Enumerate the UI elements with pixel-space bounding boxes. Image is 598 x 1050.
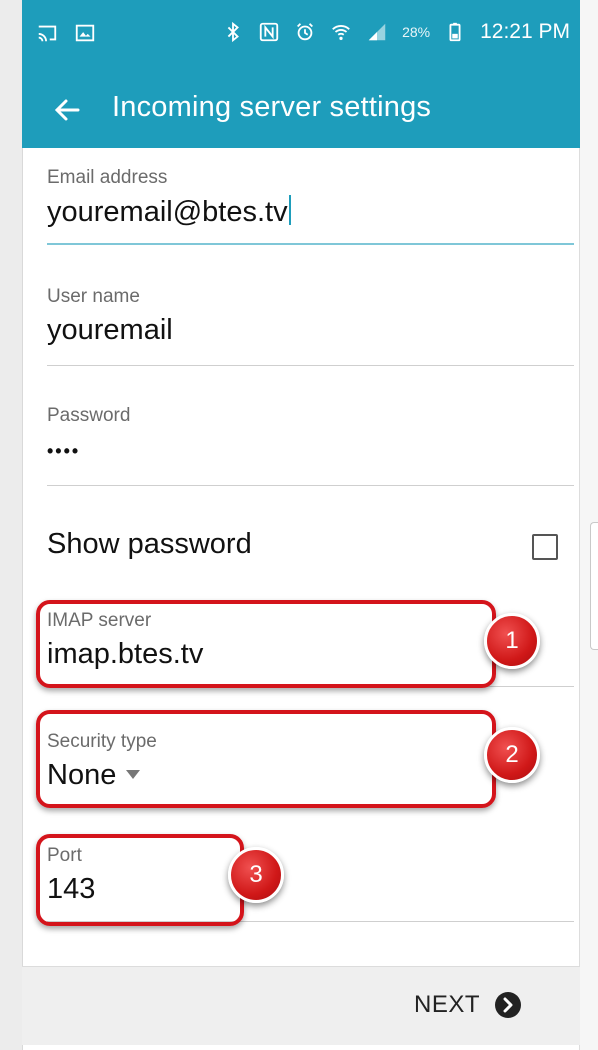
text-cursor xyxy=(288,195,291,225)
callout-badge-2: 2 xyxy=(484,727,540,783)
email-underline xyxy=(47,243,574,245)
battery-icon xyxy=(449,22,461,42)
callout-badge-1: 1 xyxy=(484,613,540,669)
wifi-icon xyxy=(332,25,350,41)
next-label[interactable]: NEXT xyxy=(414,991,480,1019)
side-handle[interactable] xyxy=(590,522,598,650)
status-bar: 28% 12:21 PM xyxy=(22,0,580,72)
callout-box-port xyxy=(36,834,244,926)
cast-icon xyxy=(38,25,57,42)
username-field[interactable]: User name youremail xyxy=(47,286,574,366)
email-label: Email address xyxy=(47,167,168,188)
chevron-circle-right-icon[interactable] xyxy=(494,991,522,1019)
alarm-icon xyxy=(297,23,314,41)
password-field[interactable]: Password •••• xyxy=(47,405,574,486)
signal-icon xyxy=(368,23,386,41)
password-underline xyxy=(47,485,574,486)
image-icon xyxy=(75,24,95,42)
nfc-icon xyxy=(259,22,279,42)
email-input[interactable]: youremail@btes.tv xyxy=(47,195,574,229)
battery-percent: 28% xyxy=(402,24,431,40)
arrow-back-icon[interactable] xyxy=(52,90,84,130)
status-time: 12:21 PM xyxy=(480,20,570,43)
bluetooth-icon xyxy=(227,21,240,43)
username-underline xyxy=(47,365,574,366)
next-button[interactable]: NEXT xyxy=(414,991,522,1019)
username-input[interactable]: youremail xyxy=(47,314,574,347)
password-input[interactable]: •••• xyxy=(47,441,574,462)
show-password-label[interactable]: Show password xyxy=(47,528,252,561)
username-label: User name xyxy=(47,286,140,307)
email-value[interactable]: youremail@btes.tv xyxy=(47,196,288,228)
bottom-action-bar: NEXT xyxy=(22,966,580,1045)
email-field[interactable]: Email address youremail@btes.tv xyxy=(47,167,574,245)
callout-box-security xyxy=(36,710,496,808)
show-password-checkbox[interactable] xyxy=(532,534,558,560)
left-margin xyxy=(0,0,23,1050)
page-title: Incoming server settings xyxy=(112,91,432,123)
password-label: Password xyxy=(47,405,131,426)
callout-box-imap xyxy=(36,600,496,688)
callout-badge-3: 3 xyxy=(228,847,284,903)
app-bar: Incoming server settings xyxy=(22,72,580,148)
